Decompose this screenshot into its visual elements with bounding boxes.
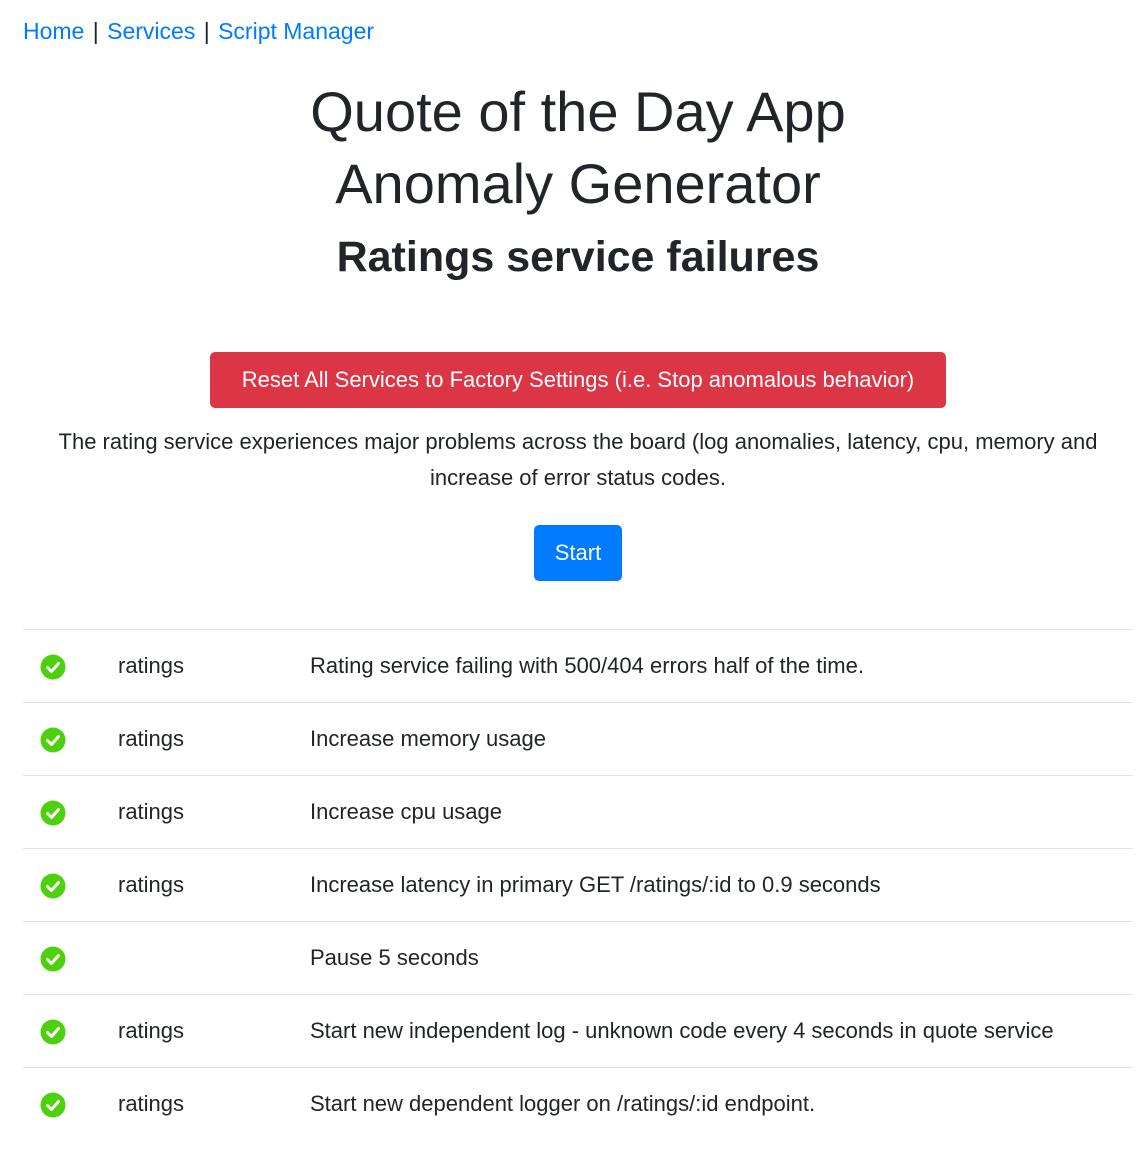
service-name: ratings [118,775,310,849]
page-title-line-2: Anomaly Generator [335,152,821,215]
step-description: Start new dependent logger on /ratings/:… [310,1067,1133,1140]
table-row: Pause 5 seconds [23,921,1133,995]
status-cell [23,994,118,1068]
check-circle-icon [40,946,66,972]
nav-link-home[interactable]: Home [23,18,84,44]
check-circle-icon [40,654,66,680]
status-cell [23,702,118,776]
check-circle-icon [40,873,66,899]
table-row: ratings Increase memory usage [23,702,1133,776]
start-button[interactable]: Start [534,525,622,581]
service-name [118,921,310,995]
page-title: Quote of the Day App Anomaly Generator [0,76,1139,220]
status-cell [23,629,118,703]
breadcrumb: Home | Services | Script Manager [23,16,374,46]
step-description: Start new independent log - unknown code… [310,994,1133,1068]
service-name: ratings [118,702,310,776]
step-description: Increase cpu usage [310,775,1133,849]
reset-all-services-button[interactable]: Reset All Services to Factory Settings (… [210,352,946,408]
service-name: ratings [118,629,310,703]
status-cell [23,921,118,995]
step-description: Pause 5 seconds [310,921,1133,995]
table-row: ratings Start new dependent logger on /r… [23,1067,1133,1140]
table-row: ratings Increase latency in primary GET … [23,848,1133,922]
service-name: ratings [118,994,310,1068]
status-cell [23,1067,118,1140]
check-circle-icon [40,1092,66,1118]
check-circle-icon [40,1019,66,1045]
nav-link-script-manager[interactable]: Script Manager [218,18,374,44]
service-name: ratings [118,1067,310,1140]
breadcrumb-separator: | [92,18,99,44]
page-title-line-1: Quote of the Day App [310,80,846,143]
service-name: ratings [118,848,310,922]
scenario-description: The rating service experiences major pro… [58,429,1098,490]
table-row: ratings Start new independent log - unkn… [23,994,1133,1068]
steps-table: ratings Rating service failing with 500/… [23,629,1133,1140]
step-description: Increase memory usage [310,702,1133,776]
step-description: Rating service failing with 500/404 erro… [310,629,1133,703]
status-cell [23,848,118,922]
step-description: Increase latency in primary GET /ratings… [310,848,1133,922]
table-row: ratings Increase cpu usage [23,775,1133,849]
nav-link-services[interactable]: Services [107,18,195,44]
status-cell [23,775,118,849]
table-row: ratings Rating service failing with 500/… [23,629,1133,703]
check-circle-icon [40,800,66,826]
page-subtitle: Ratings service failures [336,233,820,281]
breadcrumb-separator: | [203,18,210,44]
steps-table-body: ratings Rating service failing with 500/… [23,629,1133,1140]
check-circle-icon [40,727,66,753]
